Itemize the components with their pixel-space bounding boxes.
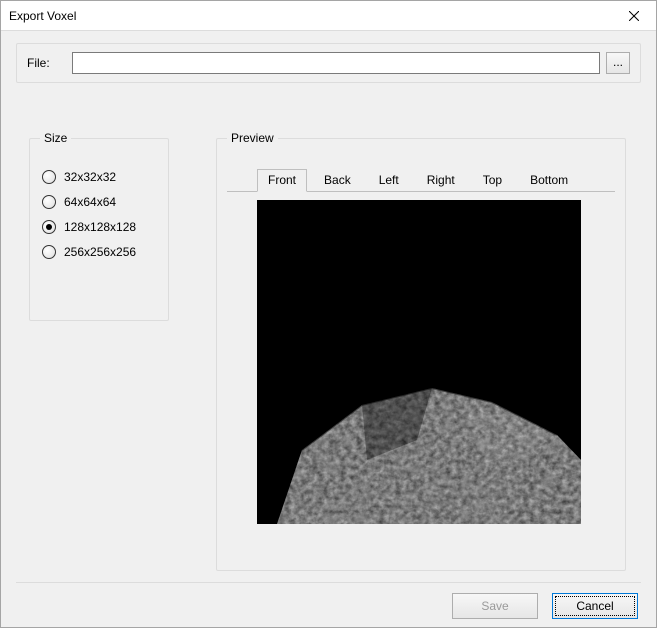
cancel-button[interactable]: Cancel bbox=[552, 593, 638, 619]
preview-group: Preview Front Back Left Right Top Bottom bbox=[216, 131, 626, 571]
footer-separator bbox=[16, 582, 641, 583]
size-option-label: 32x32x32 bbox=[64, 170, 116, 184]
tab-top[interactable]: Top bbox=[472, 169, 513, 192]
size-option-label: 128x128x128 bbox=[64, 220, 136, 234]
close-button[interactable] bbox=[611, 1, 656, 30]
size-legend: Size bbox=[40, 131, 71, 145]
size-option-label: 64x64x64 bbox=[64, 195, 116, 209]
tab-right[interactable]: Right bbox=[416, 169, 466, 192]
radio-icon bbox=[42, 220, 56, 234]
size-group: Size 32x32x32 64x64x64 128x128x128 256x256x… bbox=[29, 131, 169, 321]
close-icon bbox=[629, 11, 639, 21]
file-row: File: ... bbox=[16, 43, 641, 83]
footer: Save Cancel bbox=[452, 593, 638, 619]
size-option-64x64x64[interactable]: 64x64x64 bbox=[42, 195, 156, 209]
radio-icon bbox=[42, 195, 56, 209]
radio-icon bbox=[42, 170, 56, 184]
window-title: Export Voxel bbox=[9, 9, 76, 23]
size-option-256x256x256[interactable]: 256x256x256 bbox=[42, 245, 156, 259]
browse-button[interactable]: ... bbox=[606, 52, 630, 74]
size-option-32x32x32[interactable]: 32x32x32 bbox=[42, 170, 156, 184]
preview-tabstrip: Front Back Left Right Top Bottom bbox=[257, 167, 615, 191]
radio-icon bbox=[42, 245, 56, 259]
tab-back[interactable]: Back bbox=[313, 169, 362, 192]
file-path-input[interactable] bbox=[72, 52, 600, 74]
save-button[interactable]: Save bbox=[452, 593, 538, 619]
client-area: File: ... Size 32x32x32 64x64x64 128x128x1… bbox=[1, 31, 656, 627]
preview-legend: Preview bbox=[227, 131, 278, 145]
tab-bottom[interactable]: Bottom bbox=[519, 169, 579, 192]
tab-left[interactable]: Left bbox=[368, 169, 410, 192]
titlebar: Export Voxel bbox=[1, 1, 656, 31]
tab-front[interactable]: Front bbox=[257, 169, 307, 192]
size-option-label: 256x256x256 bbox=[64, 245, 136, 259]
file-label: File: bbox=[27, 56, 72, 70]
preview-image bbox=[257, 200, 581, 524]
size-option-128x128x128[interactable]: 128x128x128 bbox=[42, 220, 156, 234]
export-voxel-dialog: Export Voxel File: ... Size 32x32x32 64x6… bbox=[0, 0, 657, 628]
